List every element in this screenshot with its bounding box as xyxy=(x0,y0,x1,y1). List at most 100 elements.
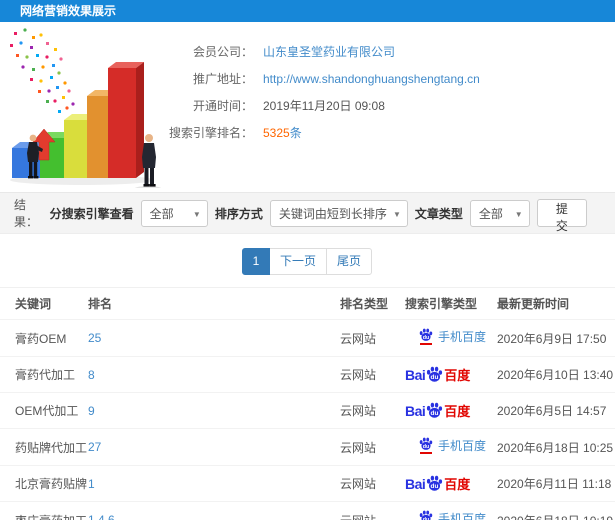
table-row: 膏药代加工 8 云网站 Bai du 百度 2020年6月10日 13:40 xyxy=(0,356,615,393)
pagination: 1 下一页 尾页 xyxy=(0,248,615,275)
svg-text:du: du xyxy=(423,444,430,450)
baidu-logo-bai: Bai xyxy=(405,402,426,419)
table-row: 枣庄膏药加工1,4,6 云网站 du 手机百度 2020年6月18日 10:19 xyxy=(0,501,615,520)
mobile-baidu-underline xyxy=(420,452,432,454)
rank-link[interactable]: 25 xyxy=(88,331,101,345)
rank-cell: 27 xyxy=(88,428,340,466)
engine-cell: Bai du 百度 xyxy=(405,392,497,429)
baidu-logo-cn: 百度 xyxy=(444,477,471,492)
rank-link[interactable]: 1,4,6 xyxy=(88,513,115,520)
baidu-logo: Bai du 百度 xyxy=(405,365,470,384)
rank-link[interactable]: 9 xyxy=(88,404,95,418)
engine-cell: du 手机百度 xyxy=(405,319,497,357)
engine-cell: Bai du 百度 xyxy=(405,356,497,393)
table-row: 药贴牌代加工 27 云网站 du 手机百度 2020年6月18日 10:25 xyxy=(0,428,615,466)
keyword-cell: 膏药OEM xyxy=(0,319,88,357)
mobile-baidu-label: 手机百度 xyxy=(438,330,487,344)
baidu-logo-bai: Bai xyxy=(405,475,426,492)
rank-cell: 1,4,6 xyxy=(88,501,340,520)
page-next[interactable]: 下一页 xyxy=(268,248,327,275)
col-updated: 最新更新时间 xyxy=(497,287,615,320)
rank-link[interactable]: 8 xyxy=(88,368,95,382)
baidu-logo-cn: 百度 xyxy=(444,368,471,383)
updated-cell: 2020年6月9日 17:50 xyxy=(497,319,615,357)
mobile-baidu-label: 手机百度 xyxy=(438,439,487,453)
mobile-baidu-underline xyxy=(420,343,432,345)
col-engine-type: 搜索引擎类型 xyxy=(405,287,497,320)
mobile-baidu-logo: du 手机百度 xyxy=(419,437,486,454)
baidu-logo: Bai du 百度 xyxy=(405,401,470,420)
col-rank: 排名 xyxy=(88,287,340,320)
table-row: 膏药OEM 25 云网站 du 手机百度 2020年6月9日 17:50 xyxy=(0,319,615,357)
result-label: 结果： xyxy=(14,198,39,229)
company-link[interactable]: 山东皇圣堂药业有限公司 xyxy=(263,43,395,60)
updated-cell: 2020年6月18日 10:25 xyxy=(497,428,615,466)
mobile-baidu-label: 手机百度 xyxy=(438,512,487,520)
engine-filter-value: 全部 xyxy=(149,206,174,221)
sort-value: 关键词由短到长排序 xyxy=(278,206,387,221)
baidu-logo: Bai du 百度 xyxy=(405,474,470,493)
rank-cell: 8 xyxy=(88,356,340,393)
engine-filter-select[interactable]: 全部 ▼ xyxy=(140,199,208,227)
baidu-paw-icon: du xyxy=(419,510,433,520)
article-type-select[interactable]: 全部 ▼ xyxy=(469,199,530,227)
rank-cell: 25 xyxy=(88,319,340,357)
mobile-baidu-icon: du xyxy=(419,328,433,345)
confetti-dots xyxy=(10,28,75,113)
table-row: 北京膏药贴牌 1 云网站 Bai du 百度 2020年6月11日 11:18 xyxy=(0,465,615,502)
svg-text:du: du xyxy=(431,483,439,490)
table-header-row: 关键词 排名 排名类型 搜索引擎类型 最新更新时间 xyxy=(0,287,615,320)
rank-type-cell: 云网站 xyxy=(340,501,405,520)
keyword-cell: 膏药代加工 xyxy=(0,356,88,393)
rank-link[interactable]: 27 xyxy=(88,440,101,454)
baidu-logo-bai: Bai xyxy=(405,366,426,383)
keyword-cell: 药贴牌代加工 xyxy=(0,428,88,466)
updated-cell: 2020年6月10日 13:40 xyxy=(497,356,615,393)
chevron-down-icon: ▼ xyxy=(514,209,523,219)
results-table-body: 膏药OEM 25 云网站 du 手机百度 2020年6月9日 17:50 膏药代加工 8 云网站… xyxy=(0,319,615,520)
article-type-label: 文章类型 xyxy=(414,206,463,221)
mobile-baidu-logo: du 手机百度 xyxy=(419,510,486,520)
engine-cell: du 手机百度 xyxy=(405,501,497,520)
promo-url-link[interactable]: http://www.shandonghuangshengtang.cn xyxy=(263,72,480,86)
svg-text:du: du xyxy=(431,374,439,381)
rank-count: 5325 xyxy=(263,126,290,140)
baidu-paw-icon: du xyxy=(419,437,433,450)
keyword-cell: 北京膏药贴牌 xyxy=(0,465,88,502)
engine-cell: du 手机百度 xyxy=(405,428,497,466)
engine-rank-value: 5325条 xyxy=(263,124,302,141)
keyword-cell: OEM代加工 xyxy=(0,392,88,429)
rank-cell: 1 xyxy=(88,465,340,502)
page-current[interactable]: 1 xyxy=(241,248,270,275)
keyword-cell: 枣庄膏药加工 xyxy=(0,501,88,520)
mobile-baidu-logo: du 手机百度 xyxy=(419,328,486,345)
engine-filter-label: 分搜索引擎查看 xyxy=(49,206,134,221)
svg-text:du: du xyxy=(431,410,439,417)
baidu-paw-icon: du xyxy=(427,402,443,418)
mobile-baidu-icon: du xyxy=(419,437,433,454)
svg-text:du: du xyxy=(423,335,430,341)
table-row: OEM代加工 9 云网站 Bai du 百度 2020年6月5日 14:57 xyxy=(0,392,615,429)
filter-controls: 分搜索引擎查看 全部 ▼ 排序方式 关键词由短到长排序 ▼ 文章类型 全部 ▼ … xyxy=(49,199,587,233)
bar-red xyxy=(108,62,144,178)
baidu-paw-icon: du xyxy=(419,328,433,341)
article-type-value: 全部 xyxy=(478,206,503,221)
engine-cell: Bai du 百度 xyxy=(405,465,497,502)
page-title: 网络营销效果展示 xyxy=(0,0,615,22)
rank-cell: 9 xyxy=(88,392,340,429)
open-time-value: 2019年11月20日 09:08 xyxy=(263,99,385,113)
mobile-baidu-icon: du xyxy=(419,510,433,520)
sort-select[interactable]: 关键词由短到长排序 ▼ xyxy=(269,199,408,227)
filter-bar: 结果： 分搜索引擎查看 全部 ▼ 排序方式 关键词由短到长排序 ▼ 文章类型 全… xyxy=(0,192,615,234)
updated-cell: 2020年6月11日 11:18 xyxy=(497,465,615,502)
rank-type-cell: 云网站 xyxy=(340,428,405,466)
col-rank-type: 排名类型 xyxy=(340,287,405,320)
baidu-paw-icon: du xyxy=(427,366,443,382)
submit-button[interactable]: 提交 xyxy=(536,199,587,233)
updated-cell: 2020年6月5日 14:57 xyxy=(497,392,615,429)
page-last[interactable]: 尾页 xyxy=(326,248,373,275)
rank-link[interactable]: 1 xyxy=(88,477,95,491)
col-keyword: 关键词 xyxy=(0,287,88,320)
baidu-paw-icon: du xyxy=(427,475,443,491)
rank-unit: 条 xyxy=(289,126,302,140)
